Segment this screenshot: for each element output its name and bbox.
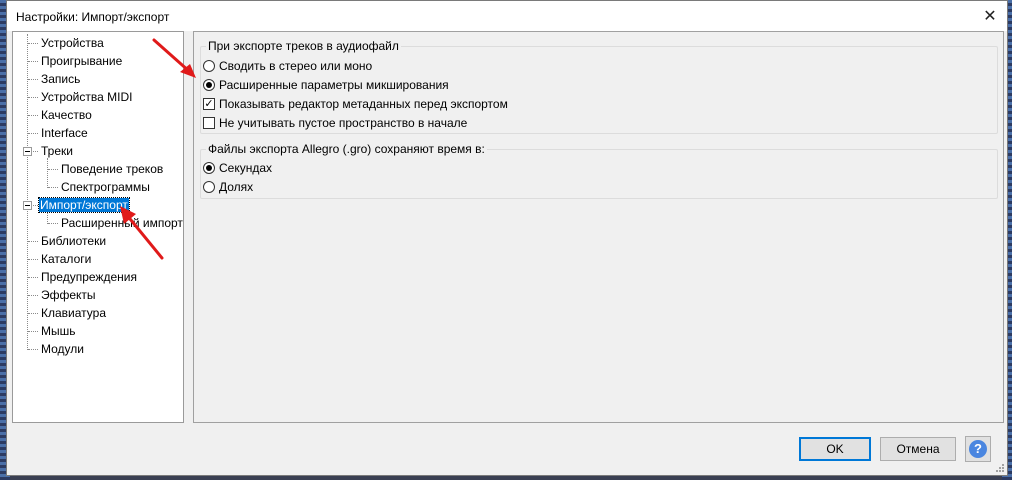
tree-connector-line [28, 133, 38, 134]
tree-item-libraries[interactable]: Библиотеки [41, 233, 106, 249]
collapse-icon[interactable] [23, 147, 32, 156]
tree-item-tracks-behaviors[interactable]: Поведение треков [61, 161, 163, 177]
tree-item-tracks[interactable]: Треки [41, 143, 73, 159]
tree-item-warnings[interactable]: Предупреждения [41, 269, 137, 285]
mix-stereo-mono-radio[interactable] [203, 60, 215, 72]
close-icon: ✕ [983, 8, 997, 25]
tree-item-midi-devices[interactable]: Устройства MIDI [41, 89, 132, 105]
tree-item-playback[interactable]: Проигрывание [41, 53, 122, 69]
beats-option[interactable]: Долях [203, 179, 253, 195]
tree-connector-line [48, 187, 58, 188]
import-export-panel: При экспорте треков в аудиофайл Сводить … [193, 31, 1004, 423]
tree-item-directories[interactable]: Каталоги [41, 251, 91, 267]
tree-connector-line [27, 34, 28, 350]
allegro-export-group [200, 149, 998, 199]
ignore-blank-space-option[interactable]: Не учитывать пустое пространство в начал… [203, 115, 467, 131]
tree-connector-line [33, 205, 38, 206]
show-metadata-checkbox[interactable]: ✓ [203, 98, 215, 110]
tree-item-modules[interactable]: Модули [41, 341, 84, 357]
cancel-button[interactable]: Отмена [880, 437, 956, 461]
seconds-radio[interactable] [203, 162, 215, 174]
tree-connector-line [28, 259, 38, 260]
tree-item-extended-import[interactable]: Расширенный импорт [61, 215, 183, 231]
tree-connector-line [28, 97, 38, 98]
tree-connector-line [28, 295, 38, 296]
tree-connector-line [28, 115, 38, 116]
title-bar[interactable]: Настройки: Импорт/экспорт ✕ [7, 1, 1007, 31]
window-title: Настройки: Импорт/экспорт [16, 10, 170, 24]
tree-item-spectrograms[interactable]: Спектрограммы [61, 179, 150, 195]
advanced-mixing-radio[interactable] [203, 79, 215, 91]
collapse-icon[interactable] [23, 201, 32, 210]
tree-connector-line [28, 61, 38, 62]
ok-button[interactable]: OK [799, 437, 871, 461]
advanced-mixing-option[interactable]: Расширенные параметры микширования [203, 77, 449, 93]
tree-item-keyboard[interactable]: Клавиатура [41, 305, 106, 321]
help-button[interactable]: ? [965, 436, 991, 462]
tree-item-import-export[interactable]: Импорт/экспорт [38, 197, 130, 213]
tree-connector-line [33, 151, 38, 152]
seconds-option[interactable]: Секундах [203, 160, 272, 176]
resize-grip-icon[interactable] [995, 463, 1005, 473]
tree-connector-line [28, 277, 38, 278]
tree-item-recording[interactable]: Запись [41, 71, 80, 87]
tree-item-effects[interactable]: Эффекты [41, 287, 96, 303]
mix-stereo-mono-option[interactable]: Сводить в стерео или моно [203, 58, 372, 74]
close-button[interactable]: ✕ [973, 1, 1007, 31]
tree-connector-line [28, 331, 38, 332]
tree-item-quality[interactable]: Качество [41, 107, 92, 123]
tree-connector-line [28, 43, 38, 44]
preferences-dialog: Настройки: Импорт/экспорт ✕ Устройства П… [6, 0, 1008, 476]
ignore-blank-space-checkbox[interactable] [203, 117, 215, 129]
tree-item-devices[interactable]: Устройства [41, 35, 104, 51]
tree-connector-line [48, 223, 58, 224]
tree-connector-line [28, 79, 38, 80]
tree-item-mouse[interactable]: Мышь [41, 323, 76, 339]
export-tracks-group-title: При экспорте треков в аудиофайл [206, 39, 401, 53]
allegro-group-title: Файлы экспорта Allegro (.gro) сохраняют … [206, 142, 487, 156]
tree-connector-line [28, 313, 38, 314]
tree-connector-line [28, 349, 38, 350]
beats-radio[interactable] [203, 181, 215, 193]
tree-connector-line [47, 158, 48, 188]
show-metadata-option[interactable]: ✓ Показывать редактор метаданных перед э… [203, 96, 508, 112]
tree-item-interface[interactable]: Interface [41, 125, 88, 141]
preferences-tree: Устройства Проигрывание Запись Устройств… [12, 31, 184, 423]
tree-connector-line [48, 169, 58, 170]
help-icon: ? [969, 440, 987, 458]
tree-connector-line [28, 241, 38, 242]
